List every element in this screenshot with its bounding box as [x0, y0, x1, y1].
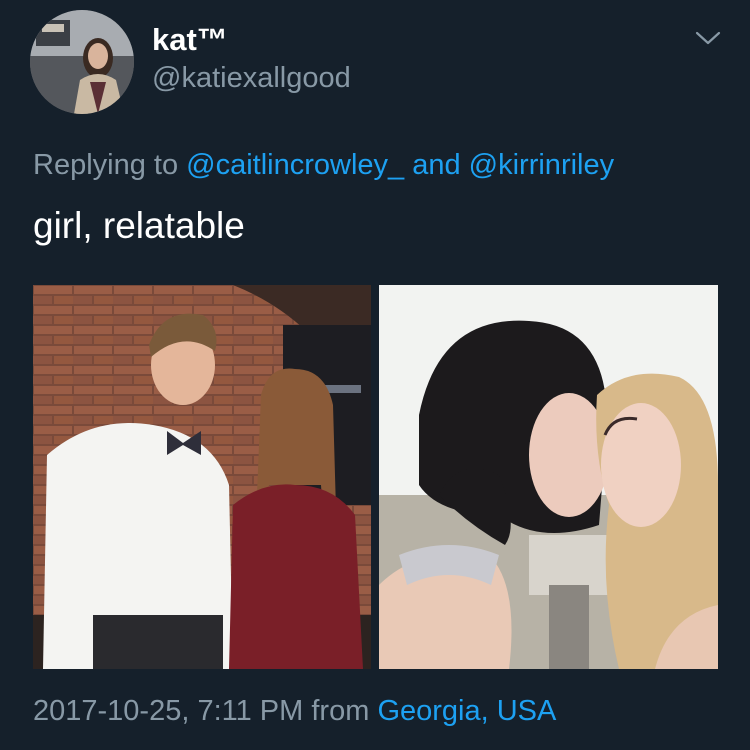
- display-name[interactable]: kat™: [152, 22, 228, 58]
- chevron-down-icon[interactable]: [694, 28, 722, 48]
- location-link[interactable]: Georgia, USA: [377, 695, 556, 727]
- reply-joiner: and: [404, 149, 469, 181]
- avatar[interactable]: [30, 10, 134, 114]
- mention-link[interactable]: @caitlincrowley_: [186, 149, 404, 181]
- reply-prefix: Replying to: [33, 149, 187, 181]
- replying-to: Replying to @caitlincrowley_ and @kirrin…: [33, 149, 614, 182]
- media-photo[interactable]: [379, 285, 718, 669]
- timestamp[interactable]: 2017-10-25, 7:11 PM: [33, 695, 303, 727]
- photo-icon: [379, 285, 718, 669]
- avatar-photo: [30, 10, 134, 114]
- mention-link[interactable]: @kirrinriley: [469, 149, 614, 181]
- tweet: kat™ @katiexallgood Replying to @caitlin…: [0, 0, 750, 750]
- user-handle[interactable]: @katiexallgood: [152, 62, 351, 95]
- tweet-text: girl, relatable: [33, 205, 245, 246]
- from-label: from: [303, 695, 378, 727]
- media-photo[interactable]: [33, 285, 371, 669]
- photo-icon: [33, 285, 371, 669]
- tweet-meta: 2017-10-25, 7:11 PM from Georgia, USA: [33, 695, 556, 728]
